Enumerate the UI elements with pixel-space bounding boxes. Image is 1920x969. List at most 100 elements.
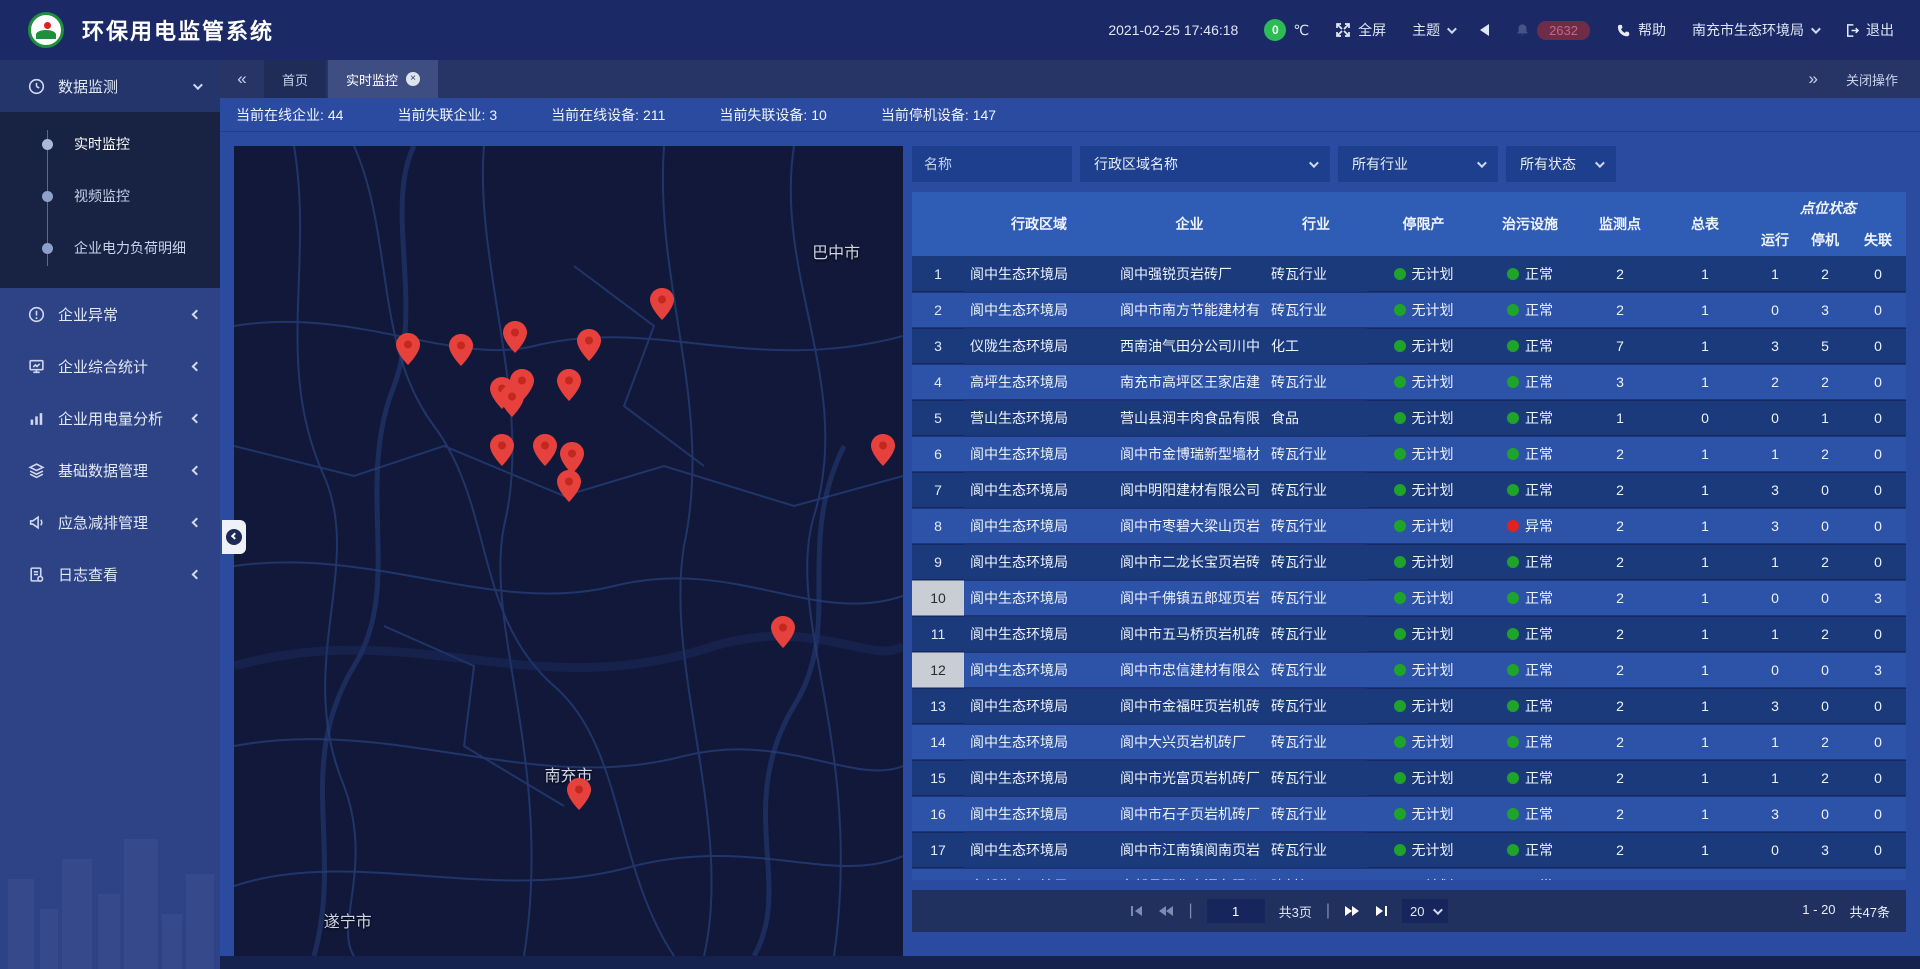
table-row[interactable]: 1阆中生态环境局阆中强锐页岩砖厂砖瓦行业无计划正常21120 [912, 256, 1906, 292]
cell-meters: 1 [1660, 328, 1750, 364]
tab-realtime-monitor[interactable]: 实时监控 × [328, 60, 438, 98]
table-row[interactable]: 5营山生态环境局营山县润丰肉食品有限食品无计划正常10010 [912, 400, 1906, 436]
cell-meters: 1 [1660, 688, 1750, 724]
stat-online-devices: 当前在线设备:211 [551, 105, 665, 125]
industry-filter-select[interactable]: 所有行业 [1338, 146, 1498, 182]
cell-region: 阆中生态环境局 [964, 292, 1114, 328]
table-row[interactable]: 15阆中生态环境局阆中市光富页岩机砖厂砖瓦行业无计划正常21120 [912, 760, 1906, 796]
map-pin-icon[interactable] [490, 434, 514, 466]
cell-facility: 正常 [1480, 580, 1580, 616]
cell-lost: 0 [1850, 616, 1906, 652]
table-row[interactable]: 12阆中生态环境局阆中市忠信建材有限公砖瓦行业无计划正常21003 [912, 652, 1906, 688]
map-pin-icon[interactable] [567, 778, 591, 810]
table-row[interactable]: 14阆中生态环境局阆中大兴页岩机砖厂砖瓦行业无计划正常21120 [912, 724, 1906, 760]
fullscreen-label: 全屏 [1358, 20, 1386, 40]
sidebar-item-enterprise-statistics[interactable]: 企业综合统计 [0, 340, 220, 392]
map-pin-icon[interactable] [557, 369, 581, 401]
sidebar-item-video-monitor[interactable]: 视频监控 [0, 170, 220, 222]
table-row[interactable]: 13阆中生态环境局阆中市金福旺页岩机砖砖瓦行业无计划正常21300 [912, 688, 1906, 724]
sidebar-item-data-monitoring[interactable]: 数据监测 [0, 60, 220, 112]
map-pin-icon[interactable] [871, 434, 895, 466]
pagination-bar: | 1 共3页 | 20 1 - 20 共47条 [912, 890, 1906, 932]
fullscreen-button[interactable]: 全屏 [1335, 20, 1386, 40]
sidebar-collapse-button[interactable] [222, 520, 246, 554]
cell-company: 阆中市光富页岩机砖厂 [1114, 760, 1265, 796]
row-index: 14 [912, 724, 964, 760]
org-menu[interactable]: 南充市生态环境局 [1692, 20, 1818, 40]
map-pin-icon[interactable] [503, 321, 527, 353]
sidebar-item-log-view[interactable]: 日志查看 [0, 548, 220, 600]
first-page-button[interactable] [1130, 905, 1144, 917]
cell-region: 阆中生态环境局 [964, 796, 1114, 832]
map-pin-icon[interactable] [510, 369, 534, 401]
region-filter-select[interactable]: 行政区域名称 [1080, 146, 1330, 182]
cell-stop: 2 [1800, 364, 1850, 400]
tabs-scroll-left-button[interactable]: « [220, 60, 264, 98]
cell-lost: 0 [1850, 436, 1906, 472]
table-row[interactable]: 11阆中生态环境局阆中市五马桥页岩机砖砖瓦行业无计划正常21120 [912, 616, 1906, 652]
row-index: 13 [912, 688, 964, 724]
logout-button[interactable]: 退出 [1844, 20, 1894, 40]
table-row[interactable]: 7阆中生态环境局阆中明阳建材有限公司砖瓦行业无计划正常21300 [912, 472, 1906, 508]
sidebar-item-base-data[interactable]: 基础数据管理 [0, 444, 220, 496]
tab-close-icon[interactable]: × [406, 72, 420, 86]
cell-run: 0 [1750, 292, 1800, 328]
cell-run: 2 [1750, 364, 1800, 400]
gauge-icon [28, 78, 45, 95]
sidebar-item-power-load-detail[interactable]: 企业电力负荷明细 [0, 222, 220, 274]
cell-limit: 无计划 [1367, 796, 1480, 832]
table-row[interactable]: 18南部生态环境局南部县砚化土沼有限公建材加工无计划正常60060 [912, 868, 1906, 880]
close-operations-button[interactable]: 关闭操作 [1846, 70, 1898, 89]
col-index [912, 192, 964, 256]
cell-run: 1 [1750, 436, 1800, 472]
table-row[interactable]: 10阆中生态环境局阆中千佛镇五郎垭页岩砖瓦行业无计划正常21003 [912, 580, 1906, 616]
map-pin-icon[interactable] [533, 434, 557, 466]
sidebar-item-emergency-reduction[interactable]: 应急减排管理 [0, 496, 220, 548]
map-pin-icon[interactable] [449, 334, 473, 366]
chevron-left-icon [192, 361, 202, 371]
status-dot-icon [1394, 520, 1406, 532]
table-row[interactable]: 16阆中生态环境局阆中市石子页岩机砖厂砖瓦行业无计划正常21300 [912, 796, 1906, 832]
theme-menu[interactable]: 主题 [1412, 20, 1454, 40]
sidebar-item-realtime-monitor[interactable]: 实时监控 [0, 118, 220, 170]
help-button[interactable]: 帮助 [1616, 20, 1666, 40]
page-number-input[interactable]: 1 [1207, 899, 1265, 923]
table-row[interactable]: 2阆中生态环境局阆中市南方节能建材有砖瓦行业无计划正常21030 [912, 292, 1906, 328]
sidebar-item-power-analysis[interactable]: 企业用电量分析 [0, 392, 220, 444]
next-page-button[interactable] [1344, 905, 1360, 917]
status-filter-select[interactable]: 所有状态 [1506, 146, 1616, 182]
cell-company: 阆中市石子页岩机砖厂 [1114, 796, 1265, 832]
page-size-select[interactable]: 20 [1402, 899, 1447, 923]
notifications[interactable]: 2632 [1515, 21, 1590, 40]
status-dot-icon [1394, 484, 1406, 496]
table-row[interactable]: 6阆中生态环境局阆中市金博瑞新型墙材砖瓦行业无计划正常21120 [912, 436, 1906, 472]
table-row[interactable]: 17阆中生态环境局阆中市江南镇阆南页岩砖瓦行业无计划正常21030 [912, 832, 1906, 868]
map-pin-icon[interactable] [560, 442, 584, 474]
row-index: 15 [912, 760, 964, 796]
bell-icon [1515, 23, 1530, 38]
map-pin-icon[interactable] [650, 288, 674, 320]
table-row[interactable]: 9阆中生态环境局阆中市二龙长宝页岩砖砖瓦行业无计划正常21120 [912, 544, 1906, 580]
name-filter-input[interactable] [912, 146, 1072, 182]
sidebar-item-enterprise-abnormal[interactable]: 企业异常 [0, 288, 220, 340]
map-pin-icon[interactable] [557, 470, 581, 502]
status-dot-icon [1394, 664, 1406, 676]
last-page-button[interactable] [1374, 905, 1388, 917]
map-panel[interactable]: 巴中市南充市遂宁市 [234, 146, 903, 956]
cell-limit: 无计划 [1367, 616, 1480, 652]
map-pin-icon[interactable] [396, 333, 420, 365]
prev-page-button[interactable] [1158, 905, 1174, 917]
cell-lost: 0 [1850, 868, 1906, 880]
table-row[interactable]: 4高坪生态环境局南充市高坪区王家店建砖瓦行业无计划正常31220 [912, 364, 1906, 400]
table-row[interactable]: 3仪陇生态环境局西南油气田分公司川中化工无计划正常71350 [912, 328, 1906, 364]
tabs-scroll-right-button[interactable]: » [1809, 69, 1818, 89]
cell-meters: 1 [1660, 436, 1750, 472]
table-row[interactable]: 8阆中生态环境局阆中市枣碧大梁山页岩砖瓦行业无计划异常21300 [912, 508, 1906, 544]
map-pin-icon[interactable] [577, 329, 601, 361]
tab-home[interactable]: 首页 [264, 60, 326, 98]
cell-region: 阆中生态环境局 [964, 616, 1114, 652]
map-pin-icon[interactable] [771, 616, 795, 648]
cell-company: 西南油气田分公司川中 [1114, 328, 1265, 364]
mute-button[interactable] [1480, 24, 1489, 36]
stat-offline-devices: 当前失联设备:10 [719, 105, 826, 125]
